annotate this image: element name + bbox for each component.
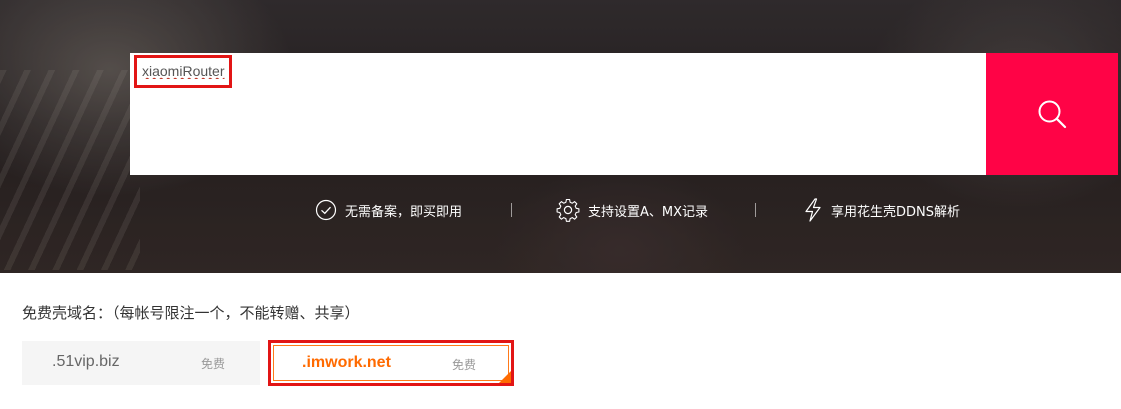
free-tag: 免费 — [201, 357, 226, 371]
feature-label: 支持设置A、MX记录 — [588, 204, 709, 220]
domain-name: .51vip.biz — [52, 353, 120, 370]
input-highlight-box — [134, 55, 232, 88]
domain-name: .imwork.net — [302, 354, 391, 371]
search-icon — [1038, 100, 1067, 129]
check-circle-icon — [315, 199, 337, 221]
feature-divider — [755, 203, 756, 217]
domain-option-51vip[interactable]: .51vip.biz 免费 — [22, 341, 260, 385]
feature-label: 享用花生壳DDNS解析 — [831, 204, 960, 220]
gear-icon — [556, 198, 580, 222]
feature-divider — [511, 203, 512, 217]
search-box[interactable] — [130, 53, 986, 175]
feature-list: 无需备案，即买即用 支持设置A、MX记录 享用花生壳DDNS解析 — [0, 195, 1121, 225]
free-tag: 免费 — [452, 358, 477, 372]
feature-label: 无需备案，即买即用 — [345, 204, 463, 220]
feature-records: 支持设置A、MX记录 — [556, 198, 708, 222]
free-domain-title: 免费壳域名：（每帐号限注一个，不能转赠、共享） — [22, 304, 360, 322]
hero-banner: 无需备案，即买即用 支持设置A、MX记录 享用花生壳DDNS解析 — [0, 0, 1121, 273]
lightning-icon — [805, 198, 821, 222]
feature-ddns: 享用花生壳DDNS解析 — [803, 198, 960, 222]
search-button[interactable] — [986, 53, 1118, 175]
selected-corner-icon — [499, 371, 511, 383]
feature-no-filing: 无需备案，即买即用 — [315, 198, 462, 222]
domain-option-imwork[interactable]: .imwork.net 免费 — [268, 340, 514, 386]
